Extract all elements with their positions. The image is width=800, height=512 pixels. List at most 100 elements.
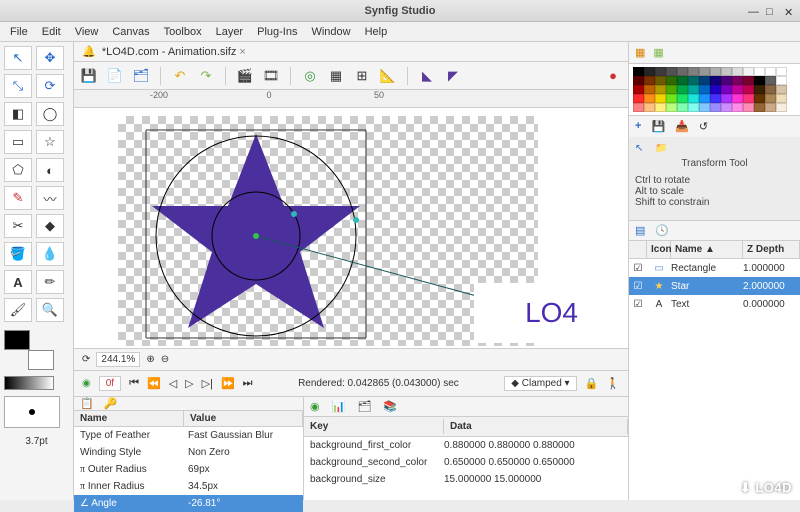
sketch-tool-icon[interactable]: ✏: [36, 270, 64, 294]
render-icon[interactable]: 🎬: [236, 67, 254, 85]
menu-layer[interactable]: Layer: [210, 24, 250, 40]
interpolation-select[interactable]: ◆ Clamped ▾: [504, 376, 576, 391]
palette-swatch[interactable]: [677, 103, 688, 112]
tool-options-layer-icon[interactable]: 📁: [655, 143, 667, 154]
palette-swatch[interactable]: [710, 103, 721, 112]
metadata-row[interactable]: background_size15.000000 15.000000: [304, 471, 628, 488]
layers-col-zdepth[interactable]: Z Depth: [743, 241, 800, 258]
param-row[interactable]: Winding StyleNon Zero: [74, 444, 303, 461]
layer-row[interactable]: ☑AText0.000000: [629, 295, 800, 313]
palette-swatch[interactable]: [688, 85, 699, 94]
palette-swatch[interactable]: [776, 85, 787, 94]
palette-swatch[interactable]: [699, 76, 710, 85]
param-row[interactable]: π Outer Radius69px: [74, 461, 303, 478]
palette-swatch[interactable]: [765, 67, 776, 76]
param-row[interactable]: π Inner Radius34.5px: [74, 478, 303, 495]
meta-tab1-icon[interactable]: ◉: [310, 400, 320, 413]
palette-swatch[interactable]: [655, 67, 666, 76]
canvas-text-layer[interactable]: LO4: [474, 283, 582, 343]
meta-col-data[interactable]: Data: [444, 419, 628, 434]
palette-swatch[interactable]: [655, 103, 666, 112]
palette-swatch[interactable]: [765, 76, 776, 85]
palette-load-icon[interactable]: 💾: [651, 120, 665, 133]
palette-swatch[interactable]: [688, 67, 699, 76]
menu-file[interactable]: File: [4, 24, 34, 40]
fill-color-icon[interactable]: [28, 350, 54, 370]
seek-next-icon[interactable]: ▷|: [202, 377, 213, 390]
palette-swatch[interactable]: [644, 85, 655, 94]
mirror-tool-icon[interactable]: ◧: [4, 102, 32, 126]
palette-save-icon[interactable]: 📥: [675, 120, 689, 133]
star-shape[interactable]: [144, 128, 504, 348]
palette-swatch[interactable]: [743, 85, 754, 94]
width-tool-icon[interactable]: ◆: [36, 214, 64, 238]
tool-options-cursor-icon[interactable]: ↖: [635, 143, 643, 154]
undo-icon[interactable]: ↶: [171, 67, 189, 85]
fill-tool-icon[interactable]: 🪣: [4, 242, 32, 266]
palette-swatch[interactable]: [721, 85, 732, 94]
palette-tab-custom-icon[interactable]: ▦: [653, 46, 663, 59]
save-all-icon[interactable]: 🗂: [132, 67, 150, 85]
palette-swatch[interactable]: [633, 103, 644, 112]
metadata-row[interactable]: background_first_color0.880000 0.880000 …: [304, 437, 628, 454]
preview-icon[interactable]: 🎞: [262, 67, 280, 85]
menu-window[interactable]: Window: [305, 24, 356, 40]
palette-swatch[interactable]: [732, 85, 743, 94]
menu-toolbox[interactable]: Toolbox: [158, 24, 208, 40]
circle-tool-icon[interactable]: ◯: [36, 102, 64, 126]
brush-tool-icon[interactable]: 🖌: [4, 298, 32, 322]
palette-swatch[interactable]: [743, 103, 754, 112]
palette-swatch[interactable]: [655, 94, 666, 103]
palette-swatch[interactable]: [776, 94, 787, 103]
brush-preview[interactable]: [4, 396, 60, 428]
palette-swatch[interactable]: [644, 67, 655, 76]
play-icon[interactable]: ▷: [185, 377, 193, 390]
scale-tool-icon[interactable]: ⤡: [4, 74, 32, 98]
rectangle-tool-icon[interactable]: ▭: [4, 130, 32, 154]
palette-swatch[interactable]: [732, 76, 743, 85]
minimize-icon[interactable]: —: [748, 6, 758, 16]
palette-swatch[interactable]: [644, 94, 655, 103]
transform-tool-icon[interactable]: ↖: [4, 46, 32, 70]
palette-swatch[interactable]: [655, 85, 666, 94]
palette-swatch[interactable]: [732, 94, 743, 103]
palette-swatch[interactable]: [743, 94, 754, 103]
palette-add-icon[interactable]: +: [635, 120, 641, 133]
save-as-icon[interactable]: 📄: [106, 67, 124, 85]
palette-swatch[interactable]: [677, 76, 688, 85]
layer-row[interactable]: ☑▭Rectangle1.000000: [629, 259, 800, 277]
draw-tool-icon[interactable]: 〰: [36, 186, 64, 210]
outline-color-icon[interactable]: [4, 330, 30, 350]
refresh-icon[interactable]: ⟳: [82, 354, 90, 365]
palette-swatch[interactable]: [666, 85, 677, 94]
palette-swatch[interactable]: [677, 67, 688, 76]
keyframe-lock-icon[interactable]: 🔒: [585, 377, 599, 390]
zoom-tool-icon[interactable]: 🔍: [36, 298, 64, 322]
snap-grid-icon[interactable]: ⊞: [353, 67, 371, 85]
polygon-tool-icon[interactable]: ⬠: [4, 158, 32, 182]
palette-swatch[interactable]: [743, 76, 754, 85]
canvas[interactable]: LO4: [94, 108, 628, 348]
meta-tab2-icon[interactable]: 📊: [332, 400, 346, 413]
palette-swatch[interactable]: [655, 76, 666, 85]
palette-swatch[interactable]: [732, 103, 743, 112]
palette-reset-icon[interactable]: ↺: [699, 120, 708, 133]
palette-swatch[interactable]: [754, 76, 765, 85]
palette-swatch[interactable]: [754, 67, 765, 76]
close-icon[interactable]: ✕: [784, 6, 794, 16]
palette-swatch[interactable]: [699, 103, 710, 112]
palette-swatch[interactable]: [633, 76, 644, 85]
palette-swatch[interactable]: [754, 85, 765, 94]
palette-swatch[interactable]: [776, 103, 787, 112]
palette-swatch[interactable]: [666, 67, 677, 76]
palette-swatch[interactable]: [644, 76, 655, 85]
palette-swatch[interactable]: [710, 94, 721, 103]
palette-swatch[interactable]: [677, 94, 688, 103]
palette-swatch[interactable]: [776, 76, 787, 85]
layers-history-icon[interactable]: 🕓: [655, 224, 669, 237]
params-tab-icon[interactable]: 📋: [80, 397, 94, 410]
palette-swatch[interactable]: [688, 94, 699, 103]
onion-skin-icon[interactable]: ◎: [301, 67, 319, 85]
duck-mask-icon[interactable]: ◣: [418, 67, 436, 85]
meta-tab3-icon[interactable]: 🗂: [357, 400, 371, 413]
